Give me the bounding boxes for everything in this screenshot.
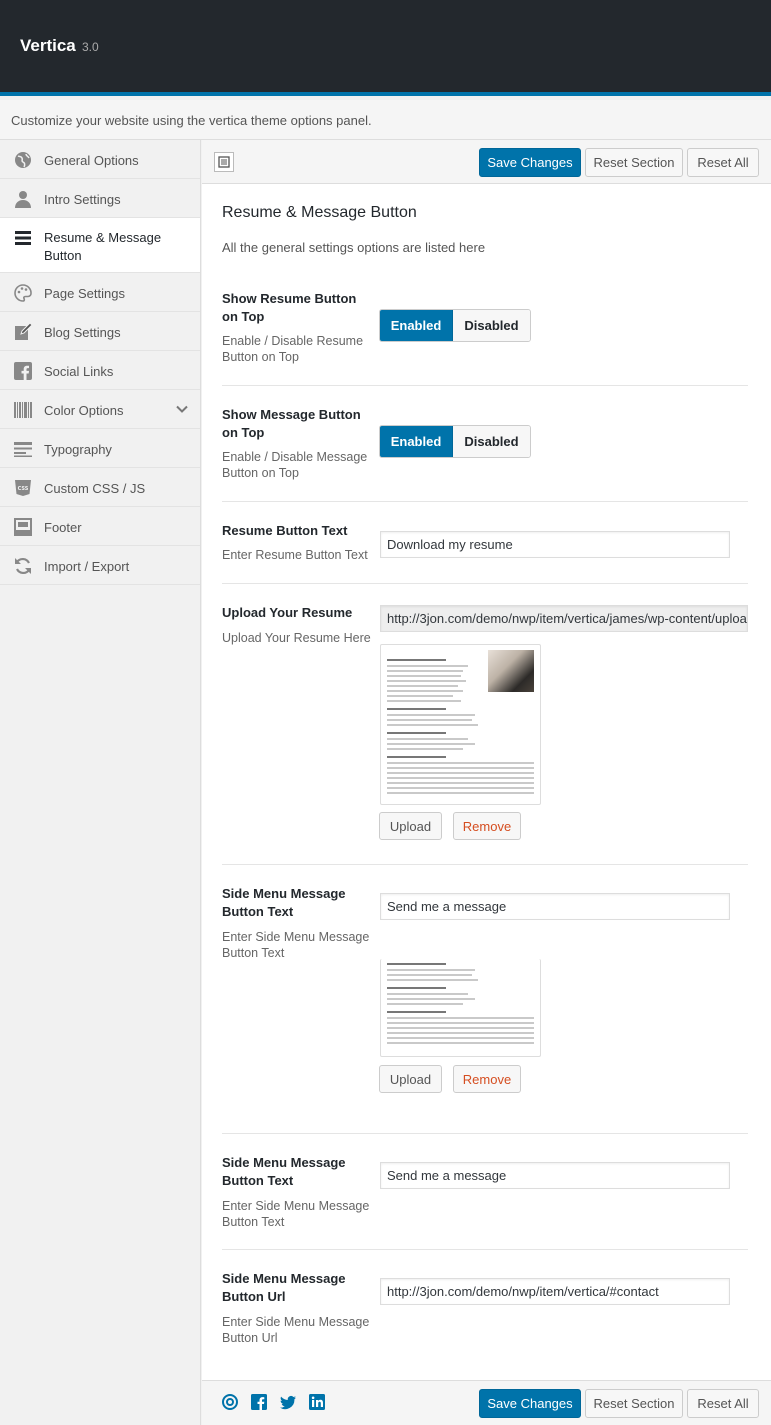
remove-button[interactable]: Remove (453, 812, 521, 840)
disabled-option[interactable]: Disabled (453, 310, 530, 341)
edit-icon (15, 323, 32, 340)
section-description: All the general settings options are lis… (222, 240, 486, 255)
enabled-option[interactable]: Enabled (380, 426, 453, 457)
field-row-upload-resume: Upload Your Resume Upload Your Resume He… (222, 584, 748, 865)
sidebar-item-label: Footer (44, 520, 82, 535)
field-row-side-message-2: Side Menu Message Button Text Enter Side… (222, 1134, 748, 1250)
side-message-input[interactable]: Send me a message (380, 893, 730, 920)
disabled-option[interactable]: Disabled (453, 426, 530, 457)
options-panel: Save Changes Reset Section Reset All Res… (202, 140, 771, 1425)
side-message-preview-thumbnail (380, 959, 541, 1057)
field-description: Enter Resume Button Text (222, 548, 368, 562)
sidebar-item-label: Typography (44, 442, 112, 457)
layout-toggle-icon[interactable] (214, 152, 234, 172)
sidebar-item-label: Intro Settings (44, 192, 121, 207)
field-description: Upload Your Resume Here (222, 631, 371, 645)
field-label: Upload Your Resume (222, 605, 353, 620)
sidebar-item-import-export[interactable]: Import / Export (0, 546, 200, 585)
save-changes-button[interactable]: Save Changes (479, 1389, 581, 1418)
options-sidebar: General Options Intro Settings Resume & … (0, 140, 201, 1425)
app-version: 3.0 (82, 40, 99, 54)
menu-icon (15, 231, 31, 245)
field-row-show-resume: Show Resume Button on Top Enable / Disab… (222, 280, 748, 386)
sidebar-item-label: Resume & Message Button (44, 230, 162, 263)
globe-icon (15, 152, 31, 168)
resume-url-input[interactable]: http://3jon.com/demo/nwp/item/vertica/ja… (380, 605, 748, 632)
sidebar-item-blog-settings[interactable]: Blog Settings (0, 312, 200, 351)
linkedin-icon[interactable] (309, 1394, 325, 1410)
resume-preview-thumbnail (380, 644, 541, 805)
app-title: Vertica (20, 36, 76, 55)
field-label: Side Menu Message Button Text (222, 1155, 346, 1188)
remove-button[interactable]: Remove (453, 1065, 521, 1093)
field-description: Enable / Disable Resume Button on Top (222, 334, 364, 364)
sidebar-item-label: Color Options (44, 403, 124, 418)
admin-header: Vertica 3.0 (0, 0, 771, 96)
enabled-option[interactable]: Enabled (380, 310, 453, 341)
field-description: Enable / Disable Message Button on Top (222, 450, 368, 480)
sidebar-item-label: General Options (44, 153, 139, 168)
sidebar-item-footer[interactable]: Footer (0, 507, 200, 546)
upload-button[interactable]: Upload (379, 812, 442, 840)
reset-section-button[interactable]: Reset Section (585, 1389, 683, 1418)
top-toolbar: Save Changes Reset Section Reset All (202, 140, 771, 184)
facebook-icon[interactable] (251, 1394, 267, 1410)
sidebar-item-color-options[interactable]: Color Options (0, 390, 200, 429)
facebook-icon (14, 362, 32, 380)
sidebar-item-label: Blog Settings (44, 325, 121, 340)
field-description: Enter Side Menu Message Button Text (222, 1199, 370, 1229)
bottom-toolbar: Save Changes Reset Section Reset All (202, 1380, 771, 1425)
css-icon: CSS (15, 480, 31, 496)
barcode-icon (14, 402, 32, 418)
field-description: Enter Side Menu Message Button Text (222, 930, 370, 960)
upload-button[interactable]: Upload (379, 1065, 442, 1093)
twitter-icon[interactable] (280, 1394, 296, 1410)
field-row-resume-text: Resume Button Text Enter Resume Button T… (222, 502, 748, 584)
intro-text: Customize your website using the vertica… (11, 113, 372, 128)
user-icon (15, 191, 31, 208)
message-button-toggle: Enabled Disabled (379, 425, 531, 458)
palette-icon (14, 284, 32, 302)
reset-section-button[interactable]: Reset Section (585, 148, 683, 177)
field-label: Side Menu Message Button Url (222, 1271, 346, 1304)
resume-text-input[interactable]: Download my resume (380, 531, 730, 558)
text-icon (14, 442, 32, 457)
field-label: Side Menu Message Button Text (222, 886, 346, 919)
field-label: Resume Button Text (222, 523, 348, 538)
sidebar-item-intro-settings[interactable]: Intro Settings (0, 179, 200, 218)
intro-bar: Customize your website using the vertica… (0, 100, 771, 140)
sidebar-item-typography[interactable]: Typography (0, 429, 200, 468)
chevron-down-icon (176, 405, 188, 413)
field-row-side-url: Side Menu Message Button Url Enter Side … (222, 1250, 748, 1360)
footer-icon (14, 518, 32, 536)
sidebar-item-general-options[interactable]: General Options (0, 140, 200, 179)
refresh-icon (15, 557, 31, 575)
field-row-side-message-1: Side Menu Message Button Text Enter Side… (222, 865, 748, 1134)
svg-text:CSS: CSS (18, 486, 29, 492)
sidebar-item-custom-css-js[interactable]: CSS Custom CSS / JS (0, 468, 200, 507)
resume-button-toggle: Enabled Disabled (379, 309, 531, 342)
reset-all-button[interactable]: Reset All (687, 148, 759, 177)
sidebar-item-label: Social Links (44, 364, 114, 379)
sidebar-item-social-links[interactable]: Social Links (0, 351, 200, 390)
side-message-input[interactable]: Send me a message (380, 1162, 730, 1189)
sidebar-item-page-settings[interactable]: Page Settings (0, 273, 200, 312)
field-description: Enter Side Menu Message Button Url (222, 1315, 370, 1345)
save-changes-button[interactable]: Save Changes (479, 148, 581, 177)
sidebar-item-label: Page Settings (44, 286, 125, 301)
field-label: Show Resume Button on Top (222, 291, 357, 324)
sidebar-item-label: Custom CSS / JS (44, 481, 146, 496)
sidebar-item-label: Import / Export (44, 559, 130, 574)
support-icon[interactable] (222, 1394, 238, 1410)
side-url-input[interactable]: http://3jon.com/demo/nwp/item/vertica/#c… (380, 1278, 730, 1305)
field-label: Show Message Button on Top (222, 407, 361, 440)
section-title: Resume & Message Button (222, 204, 417, 221)
reset-all-button[interactable]: Reset All (687, 1389, 759, 1418)
field-row-show-message: Show Message Button on Top Enable / Disa… (222, 386, 748, 502)
sidebar-item-resume-message[interactable]: Resume & Message Button (0, 218, 200, 273)
